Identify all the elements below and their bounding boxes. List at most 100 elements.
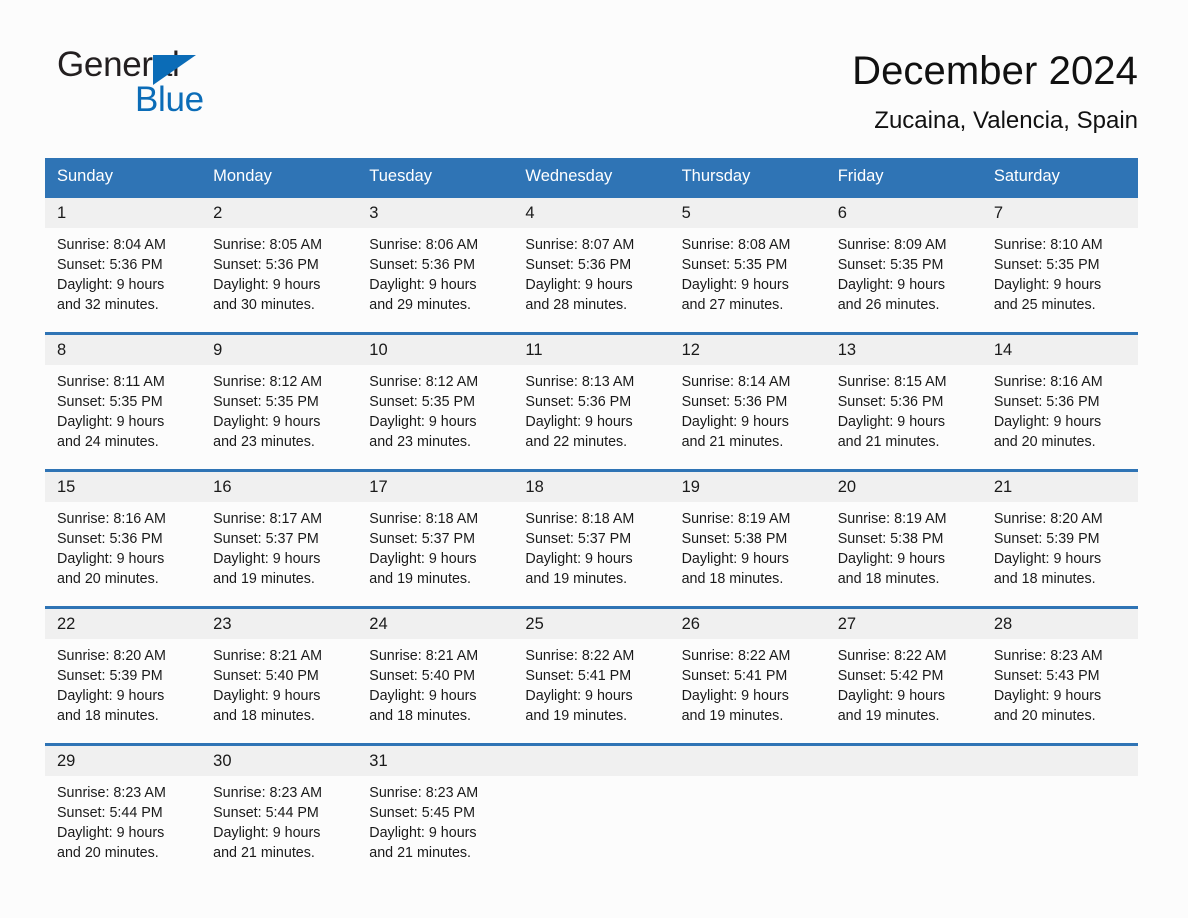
daylight-text-line2: and 18 minutes. xyxy=(837,571,940,588)
day-cell[interactable]: Sunrise: 8:18 AM Sunset: 5:37 PM Dayligh… xyxy=(513,502,669,606)
day-number[interactable]: 30 xyxy=(201,746,357,776)
day-number[interactable]: 31 xyxy=(357,746,513,776)
sunset-text: Sunset: 5:36 PM xyxy=(213,257,319,274)
day-cell[interactable]: Sunrise: 8:18 AM Sunset: 5:37 PM Dayligh… xyxy=(357,502,513,606)
day-cell[interactable]: Sunrise: 8:21 AM Sunset: 5:40 PM Dayligh… xyxy=(201,639,357,743)
day-number[interactable]: 24 xyxy=(357,609,513,639)
weekday-header-saturday: Saturday xyxy=(993,167,1060,186)
daylight-text-line2: and 20 minutes. xyxy=(57,571,159,588)
day-number[interactable]: 23 xyxy=(201,609,357,639)
day-number[interactable]: 18 xyxy=(513,472,669,502)
day-cell[interactable]: Sunrise: 8:16 AM Sunset: 5:36 PM Dayligh… xyxy=(982,365,1138,469)
day-cell[interactable]: Sunrise: 8:22 AM Sunset: 5:41 PM Dayligh… xyxy=(670,639,826,743)
daylight-text-line2: and 19 minutes. xyxy=(525,708,628,725)
day-number[interactable]: 4 xyxy=(513,198,669,228)
daylight-text-line1: Daylight: 9 hours xyxy=(213,688,321,705)
weekday-header-thursday: Thursday xyxy=(681,167,751,186)
day-number[interactable]: 21 xyxy=(982,472,1138,502)
day-number[interactable]: 15 xyxy=(45,472,201,502)
day-number[interactable]: 13 xyxy=(826,335,982,365)
day-cell[interactable]: Sunrise: 8:19 AM Sunset: 5:38 PM Dayligh… xyxy=(670,502,826,606)
day-cell[interactable]: Sunrise: 8:04 AM Sunset: 5:36 PM Dayligh… xyxy=(45,228,201,332)
day-number[interactable]: 26 xyxy=(670,609,826,639)
day-cell[interactable]: Sunrise: 8:23 AM Sunset: 5:45 PM Dayligh… xyxy=(357,776,513,880)
daylight-text-line1: Daylight: 9 hours xyxy=(213,825,321,842)
day-number[interactable]: 11 xyxy=(513,335,669,365)
day-cell[interactable]: Sunrise: 8:20 AM Sunset: 5:39 PM Dayligh… xyxy=(45,639,201,743)
day-cell[interactable]: Sunrise: 8:12 AM Sunset: 5:35 PM Dayligh… xyxy=(357,365,513,469)
daylight-text-line1: Daylight: 9 hours xyxy=(993,277,1102,294)
day-number[interactable]: 19 xyxy=(670,472,826,502)
sunrise-text: Sunrise: 8:21 AM xyxy=(213,648,323,665)
day-cell[interactable]: Sunrise: 8:23 AM Sunset: 5:44 PM Dayligh… xyxy=(45,776,201,880)
week-daynumber-band: 8 9 10 11 12 13 14 xyxy=(45,335,1138,366)
day-cell[interactable]: Sunrise: 8:08 AM Sunset: 5:35 PM Dayligh… xyxy=(670,228,826,332)
day-cell[interactable]: Sunrise: 8:13 AM Sunset: 5:36 PM Dayligh… xyxy=(513,365,669,469)
day-cell[interactable]: Sunrise: 8:23 AM Sunset: 5:44 PM Dayligh… xyxy=(201,776,357,880)
sunrise-text: Sunrise: 8:04 AM xyxy=(57,237,166,254)
day-number[interactable]: 16 xyxy=(201,472,357,502)
day-number[interactable]: 12 xyxy=(670,335,826,365)
day-number[interactable]: 9 xyxy=(201,335,357,365)
generalblue-logo[interactable]: General Blue xyxy=(57,47,257,125)
sunrise-text: Sunrise: 8:08 AM xyxy=(681,237,791,254)
day-number[interactable]: 8 xyxy=(45,335,201,365)
day-cell[interactable]: Sunrise: 8:17 AM Sunset: 5:37 PM Dayligh… xyxy=(201,502,357,606)
day-cell[interactable]: Sunrise: 8:22 AM Sunset: 5:41 PM Dayligh… xyxy=(513,639,669,743)
day-cell[interactable]: Sunrise: 8:12 AM Sunset: 5:35 PM Dayligh… xyxy=(201,365,357,469)
daylight-text-line2: and 27 minutes. xyxy=(681,297,784,314)
week-detail-band: Sunrise: 8:04 AM Sunset: 5:36 PM Dayligh… xyxy=(45,228,1138,333)
sunrise-text: Sunrise: 8:22 AM xyxy=(681,648,791,665)
day-number[interactable]: 3 xyxy=(357,198,513,228)
daylight-text-line1: Daylight: 9 hours xyxy=(57,414,165,431)
sunrise-text: Sunrise: 8:14 AM xyxy=(681,374,791,391)
daylight-text-line1: Daylight: 9 hours xyxy=(369,551,477,568)
daylight-text-line2: and 32 minutes. xyxy=(57,297,159,314)
day-cell[interactable]: Sunrise: 8:14 AM Sunset: 5:36 PM Dayligh… xyxy=(670,365,826,469)
day-number[interactable]: 20 xyxy=(826,472,982,502)
sunrise-text: Sunrise: 8:21 AM xyxy=(369,648,479,665)
sunset-text: Sunset: 5:36 PM xyxy=(993,394,1100,411)
day-number[interactable]: 29 xyxy=(45,746,201,776)
day-number[interactable]: 27 xyxy=(826,609,982,639)
day-number[interactable]: 17 xyxy=(357,472,513,502)
day-cell-empty xyxy=(982,746,1138,776)
day-cell[interactable]: Sunrise: 8:10 AM Sunset: 5:35 PM Dayligh… xyxy=(982,228,1138,332)
day-cell[interactable]: Sunrise: 8:05 AM Sunset: 5:36 PM Dayligh… xyxy=(201,228,357,332)
day-cell[interactable]: Sunrise: 8:22 AM Sunset: 5:42 PM Dayligh… xyxy=(826,639,982,743)
day-number[interactable]: 22 xyxy=(45,609,201,639)
sunset-text: Sunset: 5:37 PM xyxy=(525,531,632,548)
day-number[interactable]: 5 xyxy=(670,198,826,228)
day-cell[interactable]: Sunrise: 8:09 AM Sunset: 5:35 PM Dayligh… xyxy=(826,228,982,332)
day-number[interactable]: 6 xyxy=(826,198,982,228)
day-cell[interactable]: Sunrise: 8:23 AM Sunset: 5:43 PM Dayligh… xyxy=(982,639,1138,743)
day-cell[interactable]: Sunrise: 8:06 AM Sunset: 5:36 PM Dayligh… xyxy=(357,228,513,332)
day-number[interactable]: 14 xyxy=(982,335,1138,365)
day-number[interactable]: 25 xyxy=(513,609,669,639)
day-cell[interactable]: Sunrise: 8:11 AM Sunset: 5:35 PM Dayligh… xyxy=(45,365,201,469)
daylight-text-line1: Daylight: 9 hours xyxy=(369,688,477,705)
day-cell[interactable]: Sunrise: 8:19 AM Sunset: 5:38 PM Dayligh… xyxy=(826,502,982,606)
sunrise-text: Sunrise: 8:23 AM xyxy=(213,785,323,802)
sunset-text: Sunset: 5:45 PM xyxy=(369,805,475,822)
day-cell[interactable]: Sunrise: 8:20 AM Sunset: 5:39 PM Dayligh… xyxy=(982,502,1138,606)
sunrise-text: Sunrise: 8:11 AM xyxy=(57,374,165,391)
calendar-week-row: 22 23 24 25 26 27 28 Sunrise: 8:20 AM Su… xyxy=(45,606,1138,744)
day-number[interactable]: 1 xyxy=(45,198,201,228)
daylight-text-line2: and 23 minutes. xyxy=(369,434,472,451)
sunrise-text: Sunrise: 8:18 AM xyxy=(369,511,479,528)
day-number[interactable]: 7 xyxy=(982,198,1138,228)
day-cell[interactable]: Sunrise: 8:21 AM Sunset: 5:40 PM Dayligh… xyxy=(357,639,513,743)
sunset-text: Sunset: 5:37 PM xyxy=(369,531,475,548)
day-cell[interactable]: Sunrise: 8:15 AM Sunset: 5:36 PM Dayligh… xyxy=(826,365,982,469)
day-cell[interactable]: Sunrise: 8:07 AM Sunset: 5:36 PM Dayligh… xyxy=(513,228,669,332)
sunrise-text: Sunrise: 8:23 AM xyxy=(57,785,166,802)
day-cell-empty xyxy=(513,746,669,776)
day-cell[interactable]: Sunrise: 8:16 AM Sunset: 5:36 PM Dayligh… xyxy=(45,502,201,606)
sunrise-text: Sunrise: 8:06 AM xyxy=(369,237,479,254)
day-number[interactable]: 28 xyxy=(982,609,1138,639)
day-number[interactable]: 2 xyxy=(201,198,357,228)
sunset-text: Sunset: 5:36 PM xyxy=(57,257,163,274)
sunset-text: Sunset: 5:39 PM xyxy=(993,531,1100,548)
day-number[interactable]: 10 xyxy=(357,335,513,365)
